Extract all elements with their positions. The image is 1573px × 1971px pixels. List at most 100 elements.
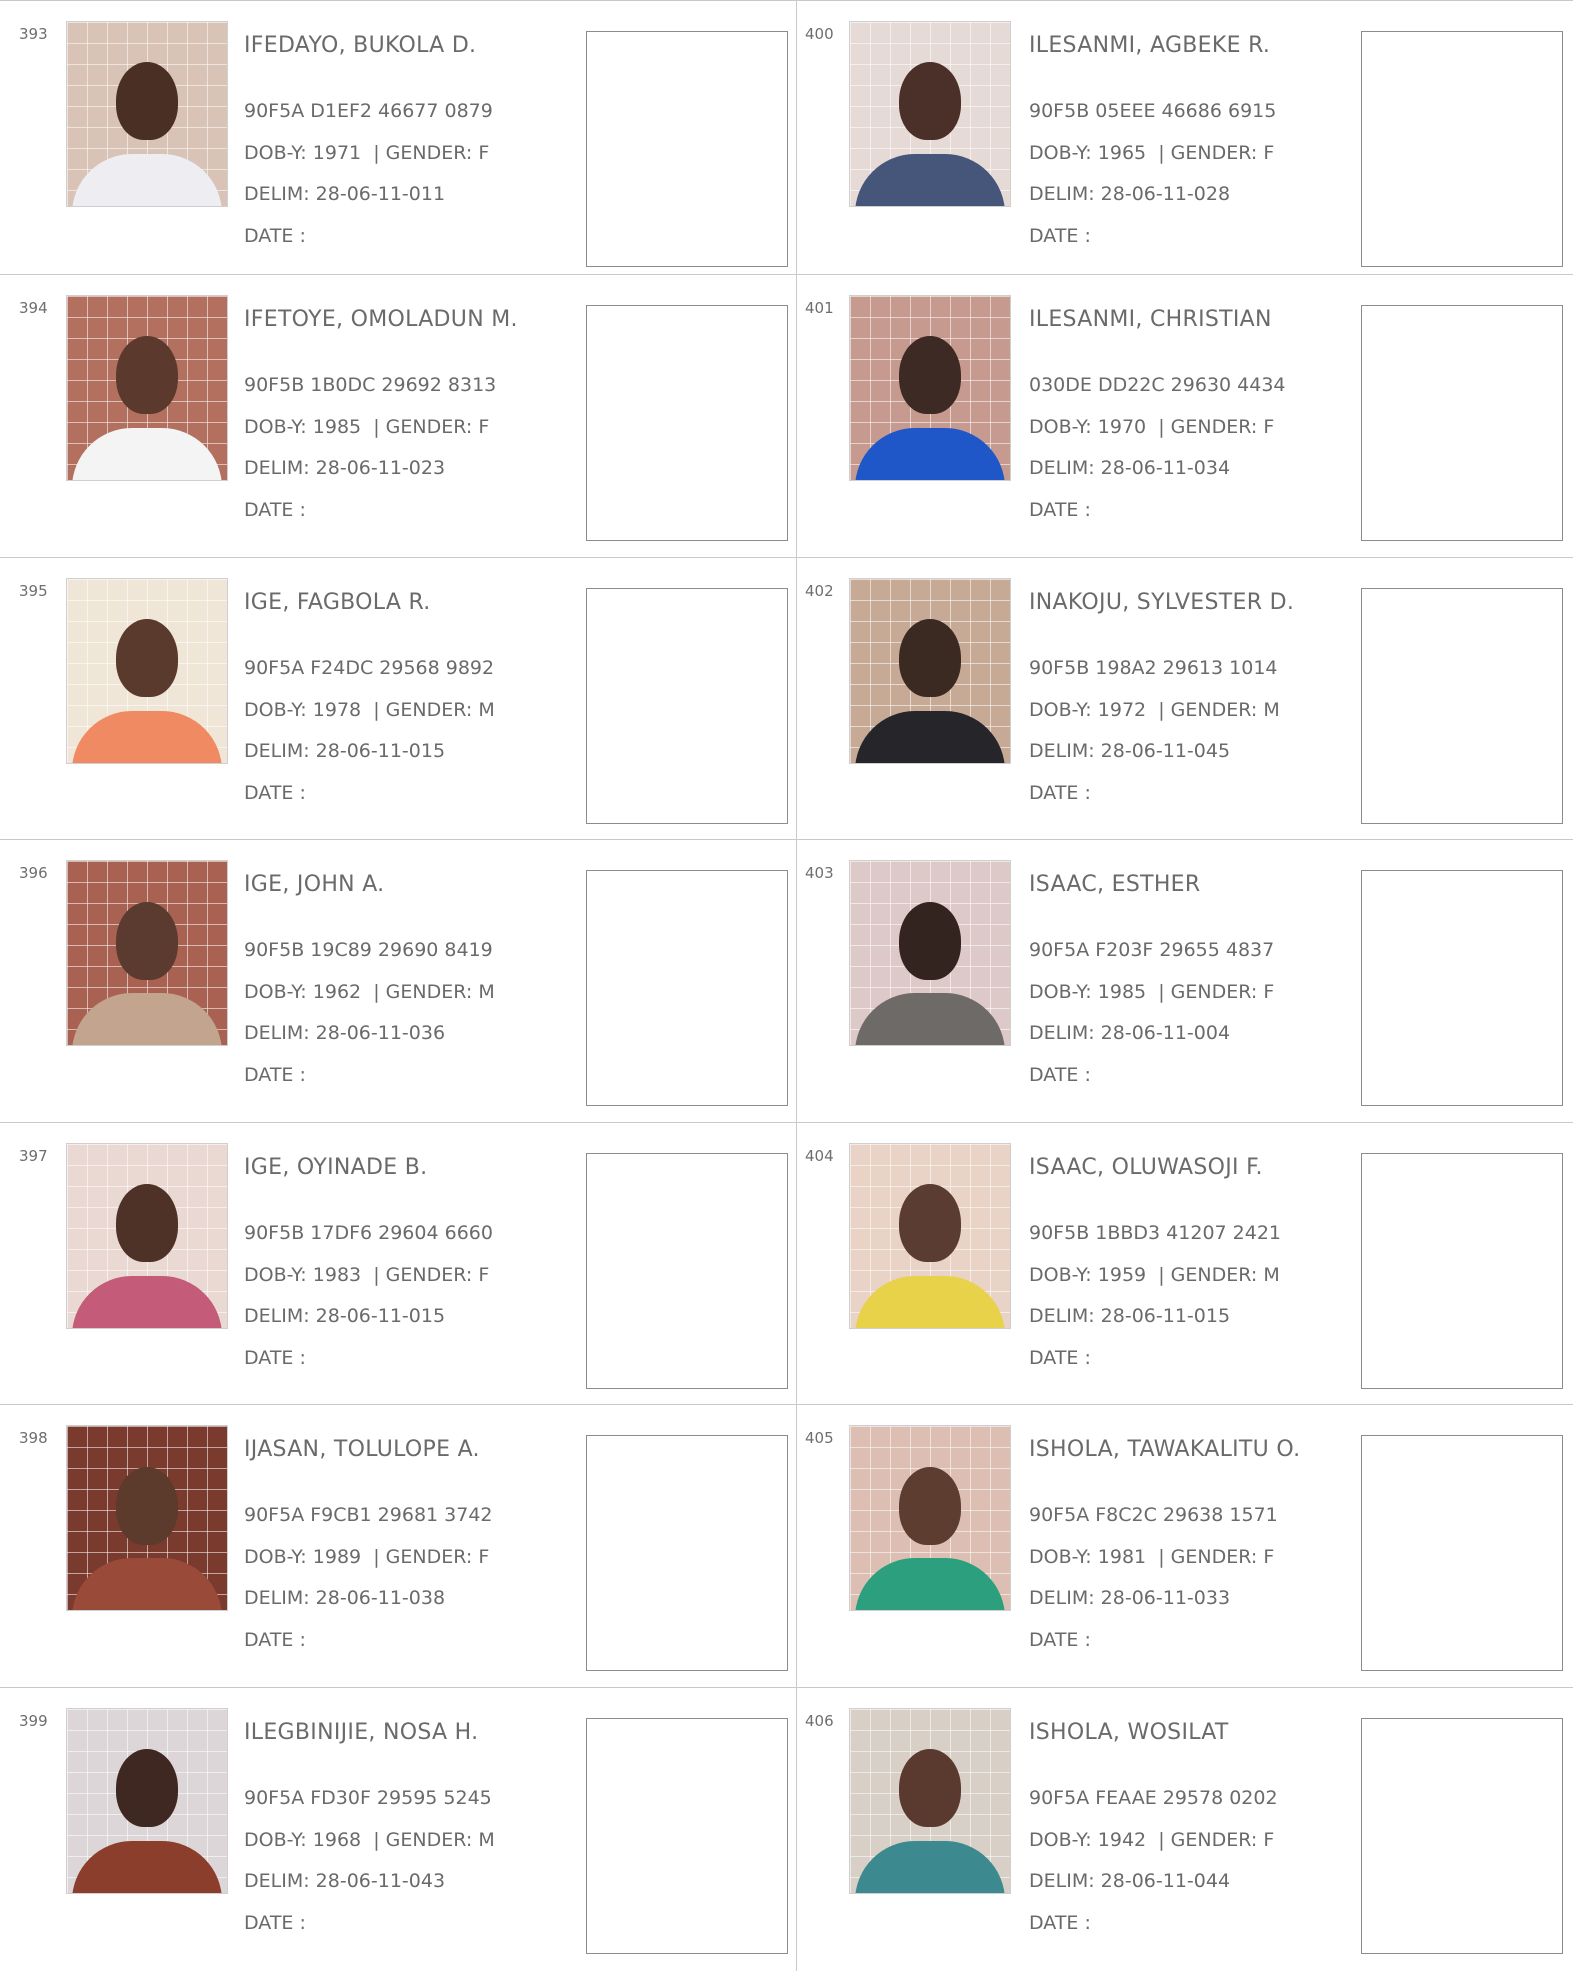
dob-label: DOB-Y: xyxy=(1029,698,1092,721)
thumbprint-box xyxy=(1361,1717,1563,1954)
delim-value: 28-06-11-033 xyxy=(1100,1587,1231,1610)
date-label: DATE : xyxy=(1029,1346,1091,1369)
thumbprint-box xyxy=(1361,587,1563,824)
dob-gender-line: DOB-Y: 1989 | GENDER: F xyxy=(244,1545,489,1569)
voter-vin: 90F5B 05EEE 46686 6915 xyxy=(1029,100,1277,122)
date-label: DATE : xyxy=(1029,225,1091,247)
voter-register-page: 393 IFEDAYO, BUKOLA D. 90F5A D1EF2 46677… xyxy=(0,0,1573,1971)
voter-card: 400 ILESANMI, AGBEKE R. 90F5B 05EEE 4668… xyxy=(797,0,1573,275)
dob-year: 1981 xyxy=(1097,1546,1147,1569)
delim-value: 28-06-11-038 xyxy=(315,1587,446,1610)
voter-photo xyxy=(849,295,1011,481)
gender-label: | GENDER: xyxy=(1158,416,1258,438)
dob-year: 1985 xyxy=(312,416,362,438)
voter-name: ISAAC, ESTHER xyxy=(1029,872,1201,898)
delim-line: DELIM: 28-06-11-011 xyxy=(244,182,445,206)
gender-value: F xyxy=(1263,1546,1275,1569)
gender-value: F xyxy=(1263,981,1275,1004)
delim-value: 28-06-11-044 xyxy=(1100,1869,1231,1892)
delim-line: DELIM: 28-06-11-034 xyxy=(1029,456,1230,480)
voter-photo xyxy=(849,21,1011,207)
gender-value: F xyxy=(478,416,490,438)
voter-card: 395 IGE, FAGBOLA R. 90F5A F24DC 29568 98… xyxy=(0,557,797,841)
serial-number: 398 xyxy=(19,1429,48,1448)
delim-value: 28-06-11-043 xyxy=(315,1869,446,1892)
voter-card: 404 ISAAC, OLUWASOJI F. 90F5B 1BBD3 4120… xyxy=(797,1123,1573,1406)
dob-year: 1985 xyxy=(1097,981,1147,1004)
delim-label: DELIM: xyxy=(1029,1022,1095,1045)
gender-label: | GENDER: xyxy=(373,1546,473,1569)
gender-label: | GENDER: xyxy=(1158,1263,1258,1286)
voter-info: IGE, OYINADE B. 90F5B 17DF6 29604 6660 D… xyxy=(244,1153,493,1369)
dob-year: 1978 xyxy=(312,698,362,721)
voter-photo xyxy=(849,1425,1011,1612)
voter-photo xyxy=(66,21,228,207)
dob-label: DOB-Y: xyxy=(244,142,307,164)
voter-info: IGE, JOHN A. 90F5B 19C89 29690 8419 DOB-… xyxy=(244,870,495,1086)
delim-line: DELIM: 28-06-11-004 xyxy=(1029,1021,1230,1045)
dob-year: 1983 xyxy=(312,1263,362,1286)
thumbprint-box xyxy=(1361,31,1563,267)
dob-year: 1968 xyxy=(312,1828,362,1851)
dob-gender-line: DOB-Y: 1985 | GENDER: F xyxy=(1029,980,1274,1004)
voter-vin: 90F5B 1B0DC 29692 8313 xyxy=(244,374,497,396)
delim-label: DELIM: xyxy=(1029,457,1095,479)
voter-info: IJASAN, TOLULOPE A. 90F5A F9CB1 29681 37… xyxy=(244,1435,493,1651)
dob-label: DOB-Y: xyxy=(1029,1263,1092,1286)
voter-info: ISAAC, ESTHER 90F5A F203F 29655 4837 DOB… xyxy=(1029,870,1274,1086)
voter-name: IFETOYE, OMOLADUN M. xyxy=(244,307,518,332)
dob-gender-line: DOB-Y: 1959 | GENDER: M xyxy=(1029,1263,1280,1287)
serial-number: 403 xyxy=(805,864,834,883)
voter-info: IGE, FAGBOLA R. 90F5A F24DC 29568 9892 D… xyxy=(244,588,495,804)
voter-photo xyxy=(849,1142,1011,1329)
dob-label: DOB-Y: xyxy=(244,981,307,1004)
voter-vin: 90F5A FEAAE 29578 0202 xyxy=(1029,1786,1278,1809)
serial-number: 397 xyxy=(19,1146,48,1165)
thumbprint-box xyxy=(586,870,788,1107)
voter-card: 394 IFETOYE, OMOLADUN M. 90F5B 1B0DC 296… xyxy=(0,275,797,558)
dob-gender-line: DOB-Y: 1972 | GENDER: M xyxy=(1029,698,1280,722)
thumbprint-box xyxy=(586,305,788,541)
delim-label: DELIM: xyxy=(244,457,310,479)
voter-card: 399 ILEGBINIJIE, NOSA H. 90F5A FD30F 295… xyxy=(0,1687,797,1971)
serial-number: 405 xyxy=(805,1429,834,1448)
voter-info: ILESANMI, AGBEKE R. 90F5B 05EEE 46686 69… xyxy=(1029,31,1276,247)
voter-info: ISAAC, OLUWASOJI F. 90F5B 1BBD3 41207 24… xyxy=(1029,1153,1281,1369)
dob-gender-line: DOB-Y: 1968 | GENDER: M xyxy=(244,1828,495,1852)
voter-name: ILEGBINIJIE, NOSA H. xyxy=(244,1719,479,1745)
gender-value: F xyxy=(478,1546,490,1569)
delim-label: DELIM: xyxy=(1029,1587,1095,1610)
serial-number: 395 xyxy=(19,581,48,600)
gender-value: M xyxy=(1263,698,1280,721)
delim-line: DELIM: 28-06-11-033 xyxy=(1029,1586,1230,1610)
delim-label: DELIM: xyxy=(244,183,310,205)
thumbprint-box xyxy=(1361,1152,1563,1389)
voter-name: IJASAN, TOLULOPE A. xyxy=(244,1437,480,1463)
thumbprint-box xyxy=(1361,1435,1563,1672)
gender-value: F xyxy=(1263,142,1275,164)
gender-label: | GENDER: xyxy=(373,416,473,438)
delim-value: 28-06-11-004 xyxy=(1100,1022,1231,1045)
dob-label: DOB-Y: xyxy=(244,1828,307,1851)
delim-line: DELIM: 28-06-11-044 xyxy=(1029,1869,1230,1893)
voter-card: 403 ISAAC, ESTHER 90F5A F203F 29655 4837… xyxy=(797,840,1573,1123)
thumbprint-box xyxy=(586,31,788,267)
date-label: DATE : xyxy=(244,1629,306,1652)
voter-name: ISHOLA, WOSILAT xyxy=(1029,1719,1229,1745)
voter-name: ISHOLA, TAWAKALITU O. xyxy=(1029,1437,1301,1463)
voter-vin: 90F5A F203F 29655 4837 xyxy=(1029,939,1275,962)
dob-label: DOB-Y: xyxy=(1029,981,1092,1004)
voter-card: 405 ISHOLA, TAWAKALITU O. 90F5A F8C2C 29… xyxy=(797,1405,1573,1688)
dob-gender-line: DOB-Y: 1965 | GENDER: F xyxy=(1029,141,1274,165)
voter-name: IGE, OYINADE B. xyxy=(244,1154,428,1180)
date-label: DATE : xyxy=(1029,499,1091,521)
date-label: DATE : xyxy=(1029,1911,1091,1934)
dob-year: 1965 xyxy=(1097,142,1147,164)
dob-year: 1989 xyxy=(312,1546,362,1569)
voter-vin: 90F5A FD30F 29595 5245 xyxy=(244,1786,492,1809)
dob-gender-line: DOB-Y: 1983 | GENDER: F xyxy=(244,1263,489,1287)
voter-photo xyxy=(66,1142,228,1329)
voter-name: IGE, JOHN A. xyxy=(244,872,385,898)
dob-label: DOB-Y: xyxy=(1029,142,1092,164)
thumbprint-box xyxy=(1361,305,1563,541)
